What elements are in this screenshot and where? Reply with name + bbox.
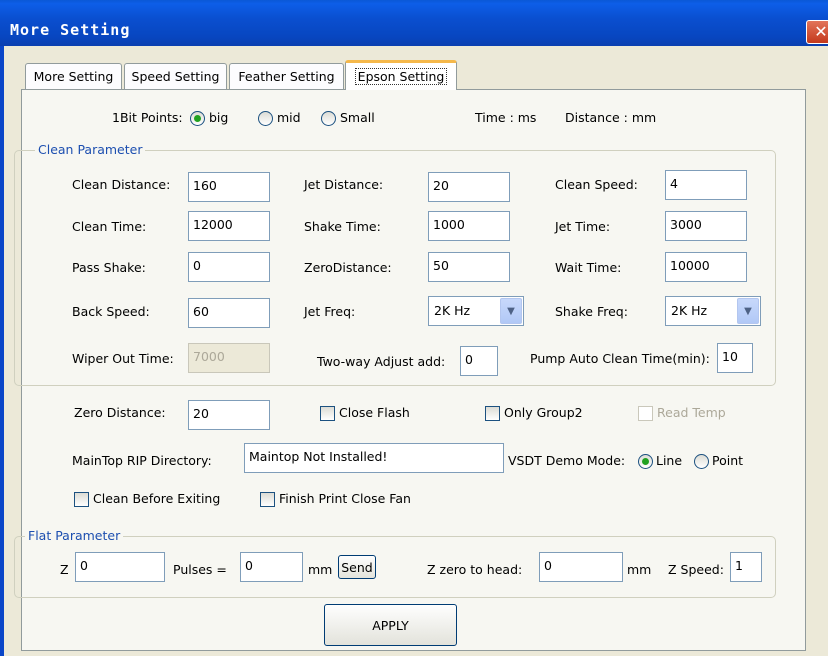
read-temp-label: Read Temp [657, 405, 726, 420]
two-way-adjust-label: Two-way Adjust add: [317, 354, 446, 369]
tab-panel: 1Bit Points: big mid Small Time : ms Dis… [14, 89, 806, 651]
shake-time-label: Shake Time: [304, 219, 381, 234]
maintop-dir-label: MainTop RIP Directory: [72, 453, 212, 468]
distance-unit-label: Distance : mm [565, 110, 657, 125]
vsdt-mode-label: VSDT Demo Mode: [508, 453, 626, 468]
send-label: Send [341, 559, 373, 575]
only-group2-checkbox[interactable] [485, 406, 500, 421]
bit-small-label: Small [340, 110, 375, 125]
pass-shake-label: Pass Shake: [72, 260, 146, 275]
jet-distance-label: Jet Distance: [304, 177, 384, 192]
maintop-dir-input[interactable]: Maintop Not Installed! [244, 443, 504, 473]
vsdt-line-radio[interactable] [638, 454, 653, 469]
z-label: Z [60, 562, 69, 577]
jet-distance-input[interactable]: 20 [428, 172, 510, 202]
z-zero-label: Z zero to head: [427, 562, 523, 577]
clean-speed-label: Clean Speed: [555, 177, 638, 192]
pump-auto-clean-label: Pump Auto Clean Time(min): [530, 351, 710, 366]
finish-close-fan-label: Finish Print Close Fan [279, 491, 411, 506]
z-speed-label: Z Speed: [668, 562, 724, 577]
only-group2-label: Only Group2 [504, 405, 583, 420]
tab-label: Epson Setting [354, 68, 448, 85]
clean-distance-label: Clean Distance: [72, 177, 171, 192]
flat-parameter-title: Flat Parameter [25, 528, 124, 544]
read-temp-checkbox [638, 406, 653, 421]
chevron-down-icon[interactable]: ▼ [737, 298, 759, 324]
zero-distance-label: Zero Distance: [74, 405, 166, 420]
back-speed-label: Back Speed: [72, 304, 150, 319]
jet-freq-select[interactable]: 2K Hz ▼ [428, 296, 524, 326]
close-flash-checkbox[interactable] [320, 406, 335, 421]
back-speed-input[interactable]: 60 [188, 298, 270, 328]
tab-label: More Setting [33, 69, 114, 84]
bit-small-radio[interactable] [321, 111, 336, 126]
wiper-out-time-input: 7000 [188, 343, 270, 373]
close-icon: ✕ [814, 22, 828, 41]
pulses-label: Pulses = [173, 562, 227, 577]
z-zero-unit: mm [627, 562, 652, 577]
clean-speed-input[interactable]: 4 [665, 170, 747, 200]
mm-input[interactable]: 0 [240, 552, 303, 582]
zero-distance-clean-input[interactable]: 50 [428, 252, 510, 282]
jet-time-input[interactable]: 3000 [665, 211, 747, 241]
clean-time-input[interactable]: 12000 [188, 211, 270, 241]
tab-feather-setting[interactable]: Feather Setting [229, 63, 344, 89]
jet-time-label: Jet Time: [555, 219, 611, 234]
chevron-down-icon[interactable]: ▼ [500, 298, 522, 324]
vsdt-point-label: Point [712, 453, 744, 468]
z-speed-input[interactable]: 1 [730, 552, 762, 582]
wait-time-label: Wait Time: [555, 260, 622, 275]
jet-freq-value: 2K Hz [434, 303, 471, 318]
zero-distance-clean-label: ZeroDistance: [304, 260, 392, 275]
z-pulses-input[interactable]: 0 [75, 552, 165, 582]
bit-points-label: 1Bit Points: [112, 110, 183, 125]
shake-freq-label: Shake Freq: [555, 304, 628, 319]
clean-distance-input[interactable]: 160 [188, 172, 270, 202]
vsdt-point-radio[interactable] [694, 454, 709, 469]
bit-big-radio[interactable] [190, 111, 205, 126]
send-button[interactable]: Send [338, 555, 376, 579]
tab-label: Feather Setting [238, 69, 335, 84]
vsdt-line-label: Line [656, 453, 683, 468]
finish-close-fan-checkbox[interactable] [260, 492, 275, 507]
window-frame-left [0, 46, 4, 656]
tab-epson-setting[interactable]: Epson Setting [345, 60, 457, 90]
shake-freq-value: 2K Hz [671, 303, 708, 318]
bit-mid-label: mid [277, 110, 301, 125]
shake-time-input[interactable]: 1000 [428, 211, 510, 241]
shake-freq-select[interactable]: 2K Hz ▼ [665, 296, 761, 326]
jet-freq-label: Jet Freq: [304, 304, 356, 319]
close-button[interactable]: ✕ [806, 20, 828, 44]
tab-label: Speed Setting [131, 69, 220, 84]
clean-before-exit-checkbox[interactable] [74, 492, 89, 507]
pump-auto-clean-input[interactable]: 10 [717, 343, 753, 373]
tab-more-setting[interactable]: More Setting [25, 63, 122, 89]
wiper-out-time-label: Wiper Out Time: [72, 351, 174, 366]
apply-button[interactable]: APPLY [324, 604, 457, 646]
zero-distance-input[interactable]: 20 [188, 400, 270, 430]
pass-shake-input[interactable]: 0 [188, 252, 270, 282]
clean-time-label: Clean Time: [72, 219, 147, 234]
bit-big-label: big [209, 110, 229, 125]
bit-mid-radio[interactable] [258, 111, 273, 126]
time-unit-label: Time : ms [475, 110, 537, 125]
two-way-adjust-input[interactable]: 0 [460, 346, 498, 376]
clean-before-exit-label: Clean Before Exiting [93, 491, 221, 506]
clean-parameter-title: Clean Parameter [35, 142, 146, 158]
window-title: More Setting [10, 21, 131, 39]
mm-label: mm [308, 562, 333, 577]
tab-speed-setting[interactable]: Speed Setting [124, 63, 227, 89]
z-zero-input[interactable]: 0 [539, 552, 623, 582]
apply-label: APPLY [372, 617, 409, 633]
wait-time-input[interactable]: 10000 [665, 252, 747, 282]
close-flash-label: Close Flash [339, 405, 410, 420]
